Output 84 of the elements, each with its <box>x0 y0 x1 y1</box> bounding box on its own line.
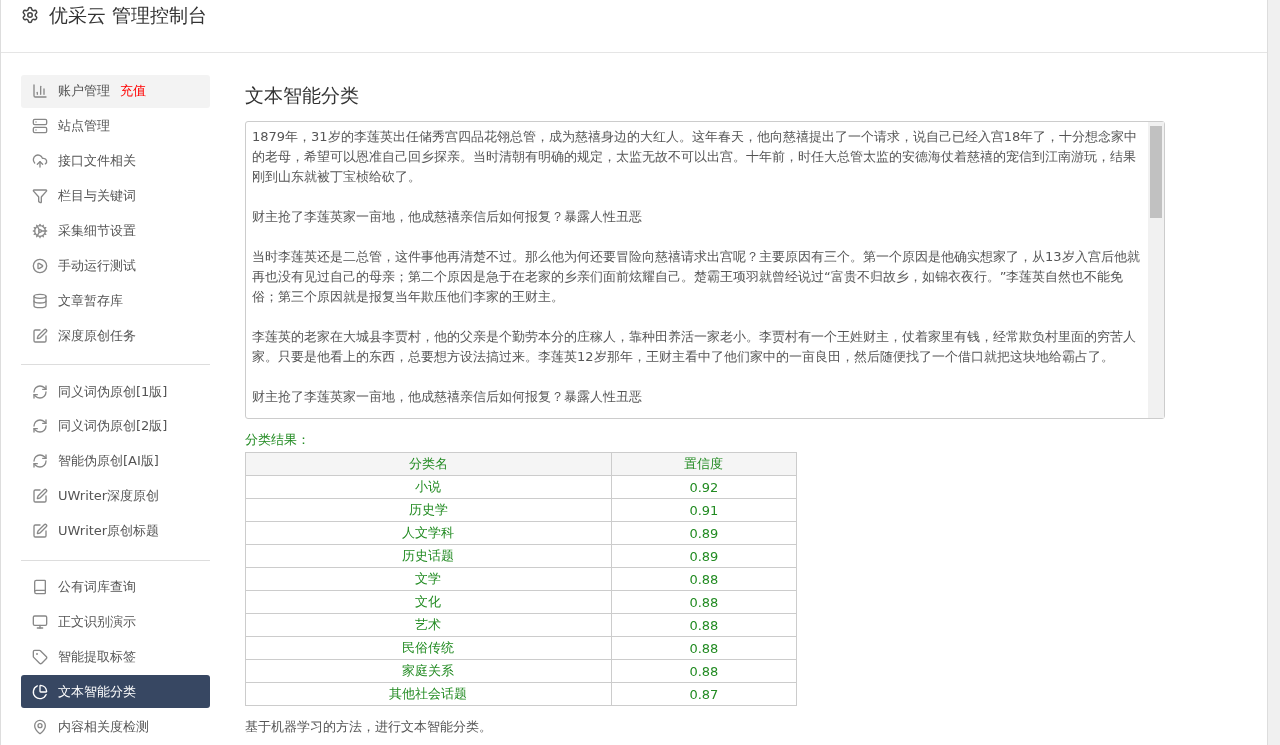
pin-icon <box>32 718 48 735</box>
console-title: 优采云 管理控制台 <box>49 3 208 28</box>
sidebar-label: 智能伪原创[AI版] <box>58 452 159 471</box>
sidebar-label: 正文识别演示 <box>58 612 136 631</box>
sidebar-item[interactable]: 栏目与关键词 <box>21 179 210 213</box>
refresh-icon <box>32 418 48 435</box>
sidebar-item[interactable]: 文本智能分类 <box>21 675 210 709</box>
sidebar-item[interactable]: 接口文件相关 <box>21 144 210 178</box>
article-textarea[interactable]: 1879年，31岁的李莲英出任储秀宫四品花翎总管，成为慈禧身边的大红人。这年春天，他向慈禧提出了一个请求，说自己已经入宫18年了，十分想念家中的老母，希望可以恩准自己回乡探亲。当时清朝有明确的规定，太监无故不可以出宫。十年前，时任大总管太监的安德海仗着慈禧的宠信到江南游玩，结果刚到山东就被丁宝桢给砍了。 财主抢了李莲英家一亩地，他成慈禧亲信后如何报复？暴露人性丑恶 当时李莲英还是二总管，这件事他再清楚不过。那么他为何还要冒险向慈禧请求出宫呢？主要原因有三个。第一个原因是他确实想家了，从13岁入宫后他就再也没有见过自己的母亲；第二个原因是急于在老家的乡亲们面前炫耀自己。楚霸王项羽就曾经说过“富贵不归故乡，如锦衣夜行。”李莲英自然也不能免俗；第三个原因就是报复当年欺压他们李家的王财主。 李莲英的老家在大城县李贾村，他的父亲是个勤劳本分的庄稼人，靠种田养活一家老小。李贾村有一个王姓财主，仗着家里有钱，经常欺负村里面的穷苦人家。只要是他看上的东西，总要想方设法搞过来。李莲英12岁那年，王财主看中了他们家中的一亩良田，然后随便找了一个借口就把这块地给霸占了。 财主抢了李莲英家一亩地，他成慈禧亲信后如何报复？暴露人性丑恶 <box>245 121 1165 419</box>
sidebar-item[interactable]: 深度原创任务 <box>21 319 210 353</box>
table-cell: 人文学科 <box>245 521 612 545</box>
refresh-icon <box>32 453 48 470</box>
sidebar-item[interactable]: 正文识别演示 <box>21 605 210 639</box>
sidebar-label: 同义词伪原创[1版] <box>58 382 168 401</box>
edit-icon <box>32 523 48 540</box>
page-title: 文本智能分类 <box>245 83 360 108</box>
scrollbar[interactable] <box>1148 122 1164 418</box>
sidebar-label: 内容相关度检测 <box>58 717 149 736</box>
sidebar-label: 采集细节设置 <box>58 222 136 240</box>
tag-icon <box>32 648 48 665</box>
table-cell: 0.88 <box>611 613 797 637</box>
table-cell: 小说 <box>245 475 612 499</box>
filter-icon <box>32 188 48 205</box>
table-cell: 民俗传统 <box>245 636 612 660</box>
sidebar-item[interactable]: UWriter深度原创 <box>21 479 210 513</box>
sidebar-item[interactable]: 内容相关度检测 <box>21 710 210 744</box>
column-header: 置信度 <box>611 452 797 476</box>
table-cell: 其他社会话题 <box>245 682 612 706</box>
sidebar-label: UWriter深度原创 <box>58 487 160 506</box>
sidebar-label: UWriter原创标题 <box>58 522 160 541</box>
refresh-icon <box>32 383 48 400</box>
table-cell: 0.89 <box>611 521 797 545</box>
column-header: 分类名 <box>245 452 612 476</box>
table-cell: 0.89 <box>611 544 797 568</box>
table-cell: 家庭关系 <box>245 659 612 683</box>
sidebar-label: 接口文件相关 <box>58 152 136 171</box>
table-cell: 0.92 <box>611 475 797 499</box>
sidebar-item[interactable]: 公有词库查询 <box>21 570 210 604</box>
table-cell: 0.88 <box>611 659 797 683</box>
table-cell: 0.88 <box>611 590 797 614</box>
play-icon <box>32 257 48 274</box>
database-icon <box>32 292 48 309</box>
server-icon <box>32 118 48 135</box>
sidebar-item[interactable]: 采集细节设置 <box>21 214 210 248</box>
table-cell: 0.91 <box>611 498 797 522</box>
book-icon <box>32 579 48 595</box>
sidebar-label: 文本智能分类 <box>58 682 136 701</box>
sidebar-item[interactable]: 手动运行测试 <box>21 249 210 283</box>
table-cell: 艺术 <box>245 613 612 637</box>
pie-chart-icon <box>32 683 48 700</box>
monitor-icon <box>32 613 48 630</box>
sidebar-item[interactable]: 站点管理 <box>21 109 210 143</box>
sidebar-item[interactable]: UWriter原创标题 <box>21 514 210 548</box>
sidebar-item[interactable]: 智能提取标签 <box>21 640 210 674</box>
table-cell: 文学 <box>245 567 612 591</box>
sidebar-label: 深度原创任务 <box>58 326 136 345</box>
edit-icon <box>32 327 48 344</box>
table-cell: 0.88 <box>611 567 797 591</box>
page-scrollbar[interactable] <box>1267 0 1280 745</box>
sidebar-label: 账户管理 <box>58 82 110 101</box>
result-label: 分类结果： <box>245 431 311 449</box>
sidebar-label: 栏目与关键词 <box>58 187 136 206</box>
recharge-link[interactable]: 充值 <box>120 82 146 101</box>
table-cell: 历史话题 <box>245 544 612 568</box>
cloud-upload-icon <box>32 153 48 170</box>
sidebar-item[interactable]: 同义词伪原创[2版] <box>21 410 210 443</box>
sidebar-label: 同义词伪原创[2版] <box>58 417 168 436</box>
table-cell: 文化 <box>245 590 612 614</box>
table-cell: 0.87 <box>611 682 797 706</box>
sidebar-item[interactable]: 智能伪原创[AI版] <box>21 444 210 478</box>
sidebar-label: 文章暂存库 <box>58 291 123 310</box>
sidebar-label: 手动运行测试 <box>58 256 136 275</box>
sidebar-item[interactable]: 文章暂存库 <box>21 284 210 318</box>
edit-icon <box>32 488 48 505</box>
sidebar-label: 站点管理 <box>58 117 110 136</box>
table-cell: 历史学 <box>245 498 612 522</box>
sidebar-item[interactable]: 账户管理 充值 <box>21 75 210 108</box>
sidebar-label: 智能提取标签 <box>58 647 136 666</box>
sidebar-item[interactable]: 同义词伪原创[1版] <box>21 375 210 408</box>
bar-chart-icon <box>32 83 48 100</box>
settings-icon <box>21 6 39 24</box>
table-cell: 0.88 <box>611 636 797 660</box>
description-text: 基于机器学习的方法，进行文本智能分类。 <box>245 718 493 736</box>
sidebar-label: 公有词库查询 <box>58 578 136 596</box>
